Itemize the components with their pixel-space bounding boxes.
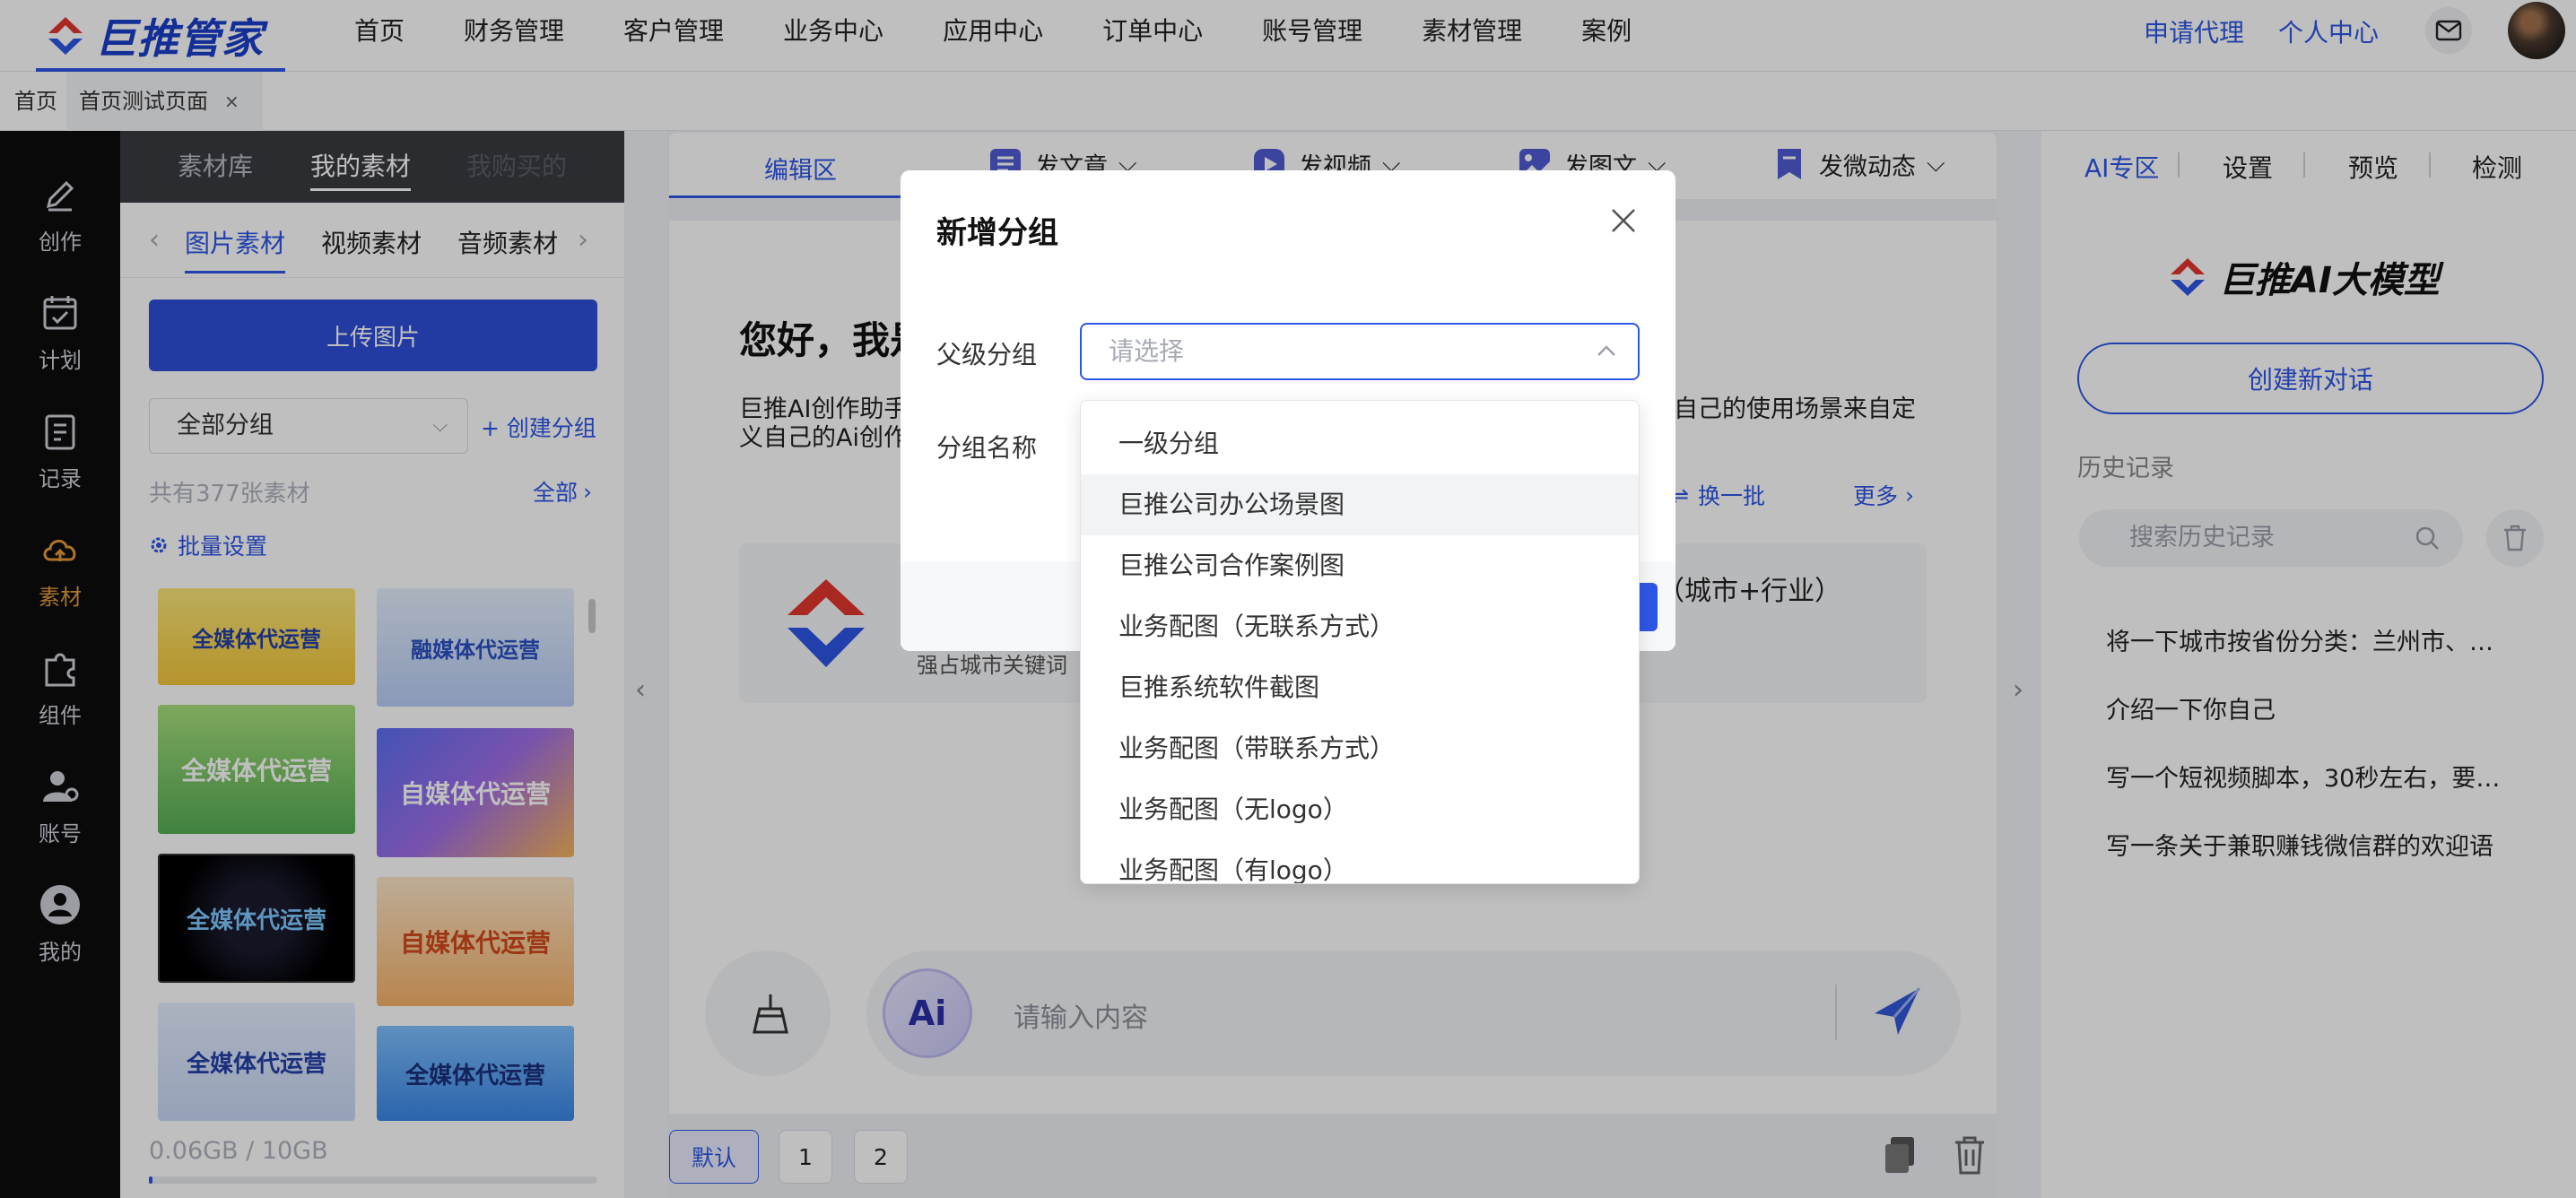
dropdown-option[interactable]: 业务配图（带联系方式） [1081, 718, 1639, 779]
dropdown-option[interactable]: 巨推公司合作案例图 [1081, 535, 1639, 596]
parent-group-placeholder: 请选择 [1109, 336, 1185, 366]
dropdown-option[interactable]: 业务配图（有logo） [1081, 840, 1639, 883]
dropdown-option-highlighted[interactable]: 巨推公司办公场景图 [1081, 474, 1639, 535]
chevron-up-icon [1597, 345, 1615, 356]
dialog-title: 新增分组 [936, 215, 1058, 251]
dropdown-option[interactable]: 巨推系统软件截图 [1081, 657, 1639, 718]
parent-group-label: 父级分组 [936, 340, 1038, 369]
parent-group-select[interactable]: 请选择 [1080, 323, 1640, 380]
dropdown-option[interactable]: 一级分组 [1081, 413, 1639, 474]
dropdown-option[interactable]: 业务配图（无联系方式） [1081, 596, 1639, 657]
group-name-label: 分组名称 [936, 433, 1038, 463]
dropdown-option[interactable]: 业务配图（无logo） [1081, 779, 1639, 840]
parent-group-dropdown: 一级分组 巨推公司办公场景图 巨推公司合作案例图 业务配图（无联系方式） 巨推系… [1080, 400, 1640, 884]
close-icon[interactable] [1607, 204, 1640, 237]
